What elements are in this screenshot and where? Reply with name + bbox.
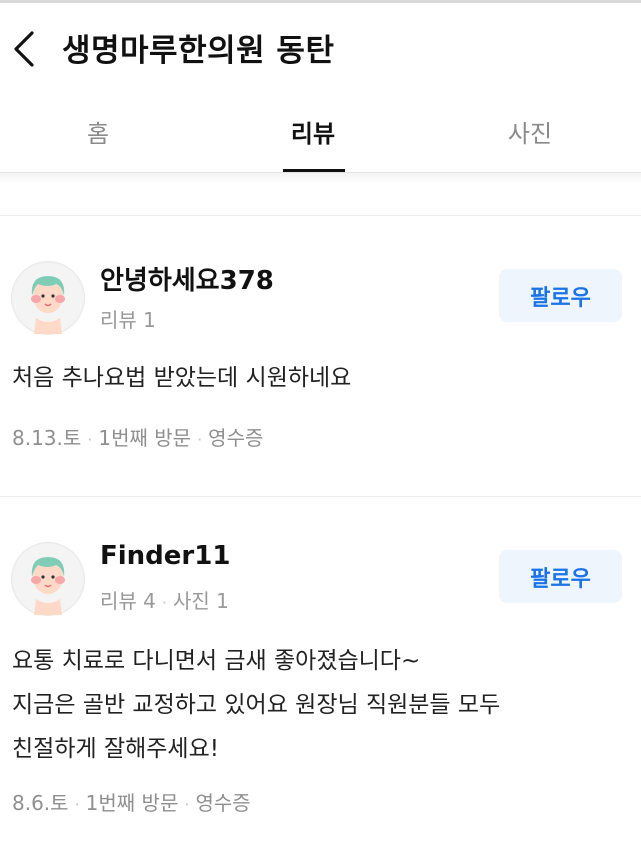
tab-home[interactable]: 홈	[28, 87, 168, 172]
follow-button[interactable]: 팔로우	[499, 269, 622, 322]
reviewer-meta: 리뷰 1	[100, 304, 156, 333]
visit-count: 1번째 방문	[85, 791, 179, 815]
avatar-icon	[13, 544, 83, 615]
review-footer: 8.6.토 · 1번째 방문 · 영수증	[12, 791, 251, 815]
chevron-left-icon	[14, 31, 34, 67]
tab-label: 리뷰	[290, 120, 336, 148]
tab-label: 사진	[507, 120, 553, 148]
avatar[interactable]	[12, 543, 84, 615]
reviewer-name[interactable]: 안녕하세요378	[100, 260, 274, 297]
review-text-line: 친절하게 잘해주세요!	[12, 736, 219, 762]
app-header: 생명마루한의원 동탄	[0, 3, 641, 87]
receipt-label: 영수증	[208, 426, 264, 450]
review-text-line: 지금은 골반 교정하고 있어요 원장님 직원분들 모두	[12, 692, 501, 718]
tab-photo[interactable]: 사진	[460, 87, 600, 172]
review-item: Finder11 리뷰 4 · 사진 1 팔로우 요통 치료로 다니면서 금새 좋아…	[0, 497, 641, 860]
visit-count: 1번째 방문	[98, 426, 192, 450]
follow-button[interactable]: 팔로우	[499, 550, 622, 603]
visit-date: 8.6.토	[12, 791, 69, 815]
review-text: 요통 치료로 다니면서 금새 좋아졌습니다~ 지금은 골반 교정하고 있어요 원…	[12, 639, 622, 771]
review-count: 리뷰 4	[100, 589, 156, 613]
visit-date: 8.13.토	[12, 426, 82, 450]
review-item: 안녕하세요378 리뷰 1 팔로우 처음 추나요법 받았는데 시원하네요 8.1…	[0, 216, 641, 496]
tab-bar: 홈 리뷰 사진	[0, 87, 641, 173]
review-text-line: 처음 추나요법 받았는데 시원하네요	[12, 365, 352, 391]
page-title: 생명마루한의원 동탄	[62, 33, 335, 69]
tab-review[interactable]: 리뷰	[243, 87, 383, 172]
review-text: 처음 추나요법 받았는데 시원하네요	[12, 356, 622, 400]
review-footer: 8.13.토 · 1번째 방문 · 영수증	[12, 426, 264, 450]
reviewer-meta: 리뷰 4 · 사진 1	[100, 589, 229, 613]
back-button[interactable]	[10, 27, 42, 71]
review-text-line: 요통 치료로 다니면서 금새 좋아졌습니다~	[12, 648, 421, 674]
reviewer-name[interactable]: Finder11	[100, 541, 230, 571]
avatar-icon	[13, 263, 83, 334]
photo-count: 사진 1	[172, 589, 229, 613]
avatar[interactable]	[12, 262, 84, 334]
tab-shadow	[0, 173, 641, 183]
active-tab-indicator	[283, 169, 345, 172]
review-count: 리뷰 1	[100, 308, 156, 332]
receipt-label: 영수증	[195, 791, 251, 815]
tab-label: 홈	[86, 120, 110, 148]
